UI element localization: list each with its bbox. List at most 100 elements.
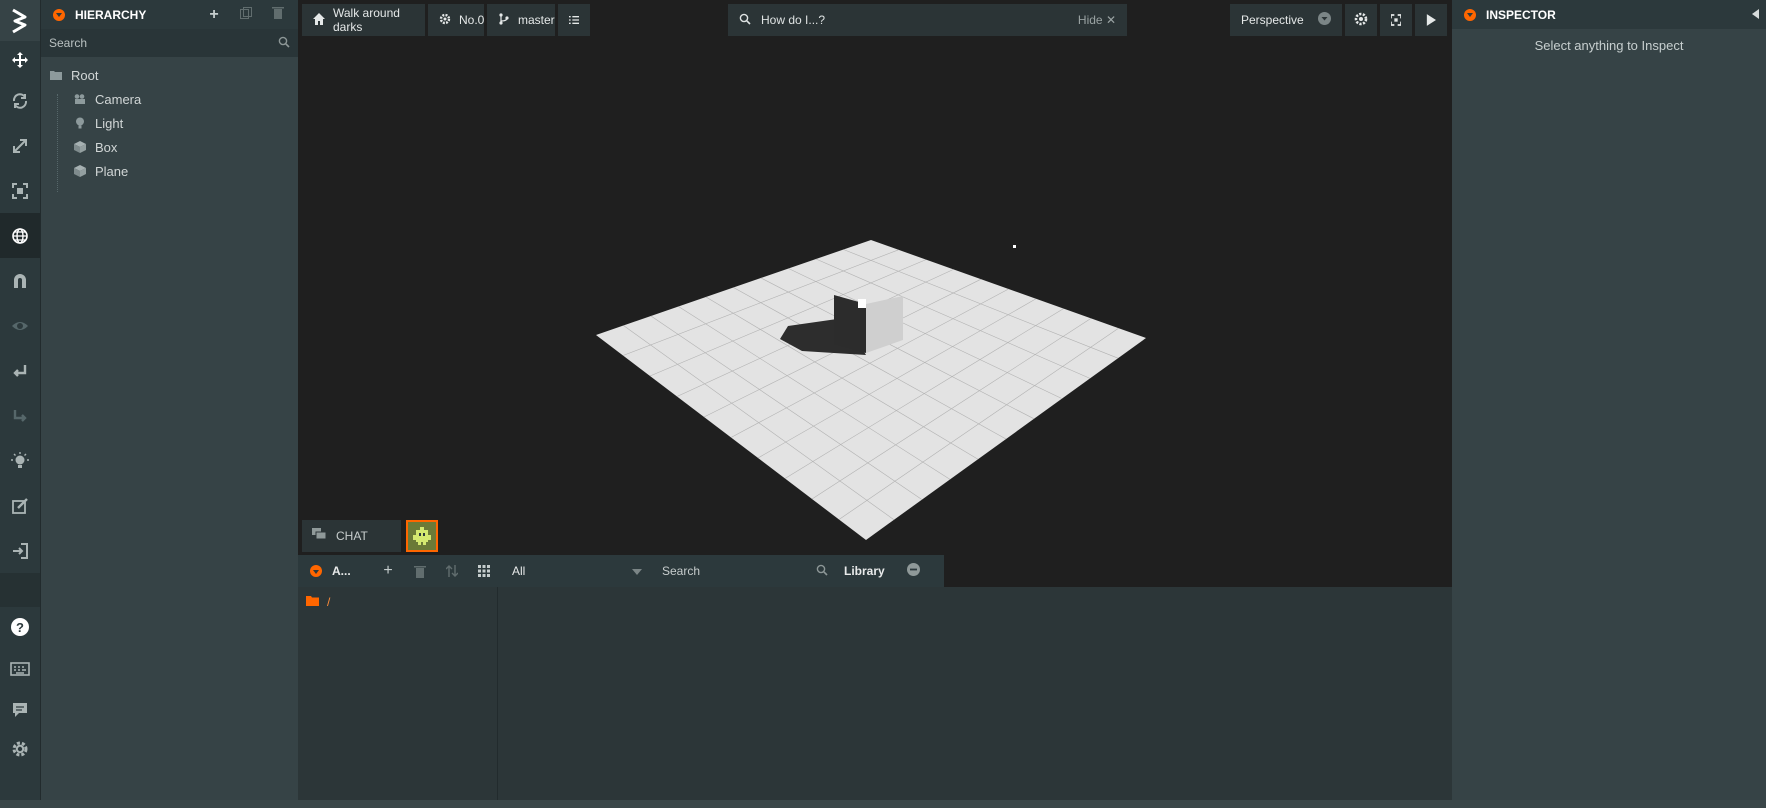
search-icon — [739, 13, 751, 28]
hierarchy-panel: HIERARCHY + Search Root Camera Light Box… — [41, 0, 298, 800]
assets-panel: / — [298, 587, 1452, 800]
scale-icon[interactable] — [0, 123, 40, 168]
tree-item-label: Camera — [95, 91, 142, 107]
rotate-icon[interactable] — [0, 78, 40, 123]
world-icon[interactable] — [0, 213, 40, 258]
settings-icon[interactable] — [0, 729, 40, 769]
svg-text:?: ? — [16, 620, 24, 635]
minus-circle-icon — [906, 563, 920, 579]
tree-item-label: Root — [71, 67, 99, 83]
asset-folder-tree: / — [298, 587, 498, 800]
hide-button[interactable]: Hide ✕ — [1078, 13, 1116, 27]
collapse-panel-icon[interactable] — [1752, 8, 1766, 22]
chat-button[interactable]: CHAT — [302, 520, 401, 552]
editor-app: ? HIERARCHY + Search Root Camera Light B… — [0, 0, 1766, 808]
edit-icon[interactable] — [0, 483, 40, 528]
avatar[interactable] — [406, 520, 438, 552]
resize-icon[interactable] — [0, 168, 40, 213]
logo-icon[interactable] — [0, 0, 40, 41]
light-bulb-icon — [73, 117, 87, 129]
list-icon[interactable] — [558, 4, 590, 36]
tree-item-plane[interactable]: Plane — [41, 159, 298, 183]
help-search-input[interactable]: How do I...? — [761, 13, 825, 27]
light-icon[interactable] — [0, 438, 40, 483]
inspector-empty-message: Select anything to Inspect — [1534, 38, 1684, 53]
sort-icon[interactable] — [436, 565, 468, 577]
asset-folder-root[interactable]: / — [306, 595, 489, 609]
search-icon — [278, 36, 290, 51]
move-icon[interactable] — [0, 41, 40, 78]
project-label: Walk around darks — [333, 6, 400, 34]
tree-item-camera[interactable]: Camera — [41, 87, 298, 111]
camera-label: Perspective — [1241, 13, 1304, 27]
duplicate-icon[interactable] — [238, 6, 254, 24]
delete-icon[interactable] — [404, 565, 436, 578]
hide-label: Hide — [1077, 13, 1103, 27]
inspector-title: INSPECTOR — [1486, 7, 1556, 22]
collapse-icon[interactable] — [53, 8, 65, 21]
scene-viewport[interactable]: Walk around darks No.0 master How do I..… — [298, 0, 1452, 587]
chat-icon — [312, 528, 327, 544]
gear-icon — [439, 13, 451, 28]
keyboard-icon[interactable] — [0, 647, 40, 691]
library-button[interactable]: Library — [840, 563, 920, 579]
box-highlight — [858, 299, 866, 308]
collapse-icon[interactable] — [1464, 8, 1476, 21]
tree-item-root[interactable]: Root — [41, 63, 298, 87]
redo-icon[interactable] — [0, 393, 40, 438]
camera-select[interactable]: Perspective — [1230, 4, 1342, 36]
chat-icon[interactable] — [0, 691, 40, 729]
asset-folder-label: / — [327, 595, 331, 609]
publish-icon[interactable] — [0, 528, 40, 573]
status-bar — [0, 800, 1766, 808]
tree-item-light[interactable]: Light — [41, 111, 298, 135]
inspector-header: INSPECTOR — [1452, 0, 1766, 29]
branch-label: master — [518, 13, 555, 27]
hierarchy-title: HIERARCHY — [75, 7, 147, 22]
tree-item-label: Light — [95, 115, 124, 131]
project-button[interactable]: Walk around darks — [302, 4, 425, 36]
hierarchy-search[interactable]: Search — [41, 29, 298, 57]
undo-icon[interactable] — [0, 348, 40, 393]
viewport-settings-button[interactable] — [1345, 4, 1377, 36]
fullscreen-icon[interactable] — [1380, 4, 1412, 36]
asset-search-input[interactable]: Search — [662, 564, 700, 578]
hierarchy-search-input[interactable]: Search — [49, 36, 87, 50]
inspector-panel: INSPECTOR Select anything to Inspect — [1452, 0, 1766, 800]
branch-icon — [498, 12, 510, 28]
eye-icon[interactable] — [0, 303, 40, 348]
snap-icon[interactable] — [0, 258, 40, 303]
toolbar-divider — [0, 573, 40, 607]
tree-item-label: Plane — [95, 163, 129, 179]
delete-icon[interactable] — [270, 6, 286, 24]
play-icon[interactable] — [1415, 4, 1447, 36]
assets-toolbar: A... + All Search Library — [298, 555, 944, 587]
home-icon — [313, 12, 325, 28]
search-icon — [816, 564, 828, 579]
hierarchy-header: HIERARCHY + — [41, 0, 298, 29]
tree-connector — [57, 94, 69, 192]
box-icon — [73, 165, 87, 177]
branch-button[interactable]: master — [487, 4, 555, 36]
settings-label: No.0 — [459, 13, 485, 27]
grid-view-icon[interactable] — [468, 565, 500, 577]
scene-canvas[interactable] — [298, 0, 1452, 587]
collapse-icon[interactable] — [310, 565, 322, 577]
left-toolbar: ? — [0, 0, 41, 808]
tree-item-box[interactable]: Box — [41, 135, 298, 159]
add-asset-button[interactable]: + — [372, 562, 404, 580]
help-search[interactable]: How do I...? Hide ✕ — [728, 4, 1127, 36]
scene-settings-button[interactable]: No.0 — [428, 4, 484, 36]
asset-filter-label: All — [512, 564, 526, 578]
add-entity-button[interactable]: + — [206, 6, 222, 24]
chevron-down-icon — [632, 564, 650, 578]
camera-icon — [73, 93, 87, 105]
assets-title: A... — [332, 564, 351, 578]
folder-icon — [49, 69, 63, 81]
gear-icon — [1354, 12, 1368, 29]
help-icon[interactable]: ? — [0, 607, 40, 647]
library-label: Library — [844, 564, 885, 578]
asset-search[interactable]: Search — [650, 555, 840, 587]
asset-filter-select[interactable]: All — [500, 555, 650, 587]
folder-icon — [306, 595, 319, 609]
